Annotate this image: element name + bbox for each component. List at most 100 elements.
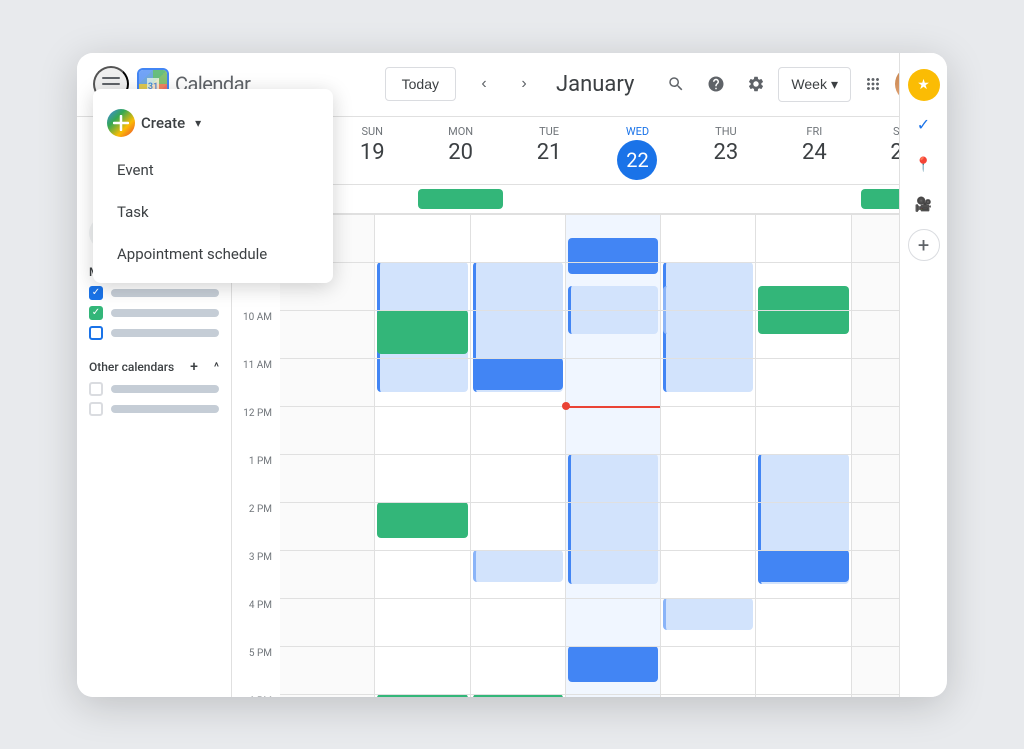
other-calendar-item-1	[89, 379, 219, 399]
hour-line	[280, 502, 947, 503]
event-tue-3[interactable]	[473, 550, 563, 582]
day-header-sun: SUN 19	[328, 117, 416, 184]
month-title: January	[556, 72, 634, 97]
prev-button[interactable]: ‹	[468, 68, 500, 100]
right-icon-meet[interactable]: 🎥	[908, 189, 940, 221]
other-calendars-label: Other calendars + ^	[89, 355, 219, 379]
now-dot	[562, 402, 570, 410]
calendar-item-2: ✓	[89, 303, 219, 323]
event-fri-3[interactable]	[758, 550, 848, 582]
create-button[interactable]: Create ▾	[93, 97, 333, 149]
allday-cells	[328, 185, 947, 213]
event-mon-2[interactable]	[377, 310, 467, 354]
calendar-check-3[interactable]	[89, 326, 103, 340]
now-line	[566, 406, 660, 408]
hour-line	[280, 262, 947, 263]
day-header-mon: MON 20	[416, 117, 504, 184]
sidebar: Create ▾ Event Task Appointment schedule…	[77, 117, 232, 697]
time-labels: 8 AM 9 AM 10 AM 11 AM 12 PM 1 PM 2 PM 3 …	[232, 214, 280, 697]
apps-button[interactable]	[855, 66, 891, 102]
hour-line	[280, 310, 947, 311]
allday-cell-tue	[505, 185, 593, 213]
time-12pm: 12 PM	[232, 406, 280, 454]
col-sun[interactable]	[280, 214, 375, 697]
right-icon-check[interactable]: ✓	[908, 109, 940, 141]
search-button[interactable]	[658, 66, 694, 102]
today-button[interactable]: Today	[385, 67, 456, 101]
day-header-thu: THU 23	[682, 117, 770, 184]
right-icon-add[interactable]: +	[908, 229, 940, 261]
other-add-icon[interactable]: +	[190, 359, 198, 375]
create-chevron: ▾	[195, 116, 201, 130]
allday-cell-fri	[770, 185, 858, 213]
hour-line	[280, 694, 947, 695]
time-11am: 11 AM	[232, 358, 280, 406]
hour-line	[280, 646, 947, 647]
other-calendar-item-2	[89, 399, 219, 419]
col-tue[interactable]	[471, 214, 566, 697]
allday-cell-mon	[416, 185, 504, 213]
view-selector[interactable]: Week ▾	[778, 67, 851, 102]
header-icons: Week ▾	[658, 66, 931, 102]
allday-event-mon[interactable]	[418, 189, 502, 209]
calendar-item-1: ✓	[89, 283, 219, 303]
right-icon-maps[interactable]: 📍	[908, 149, 940, 181]
chevron-down-icon: ▾	[831, 76, 838, 93]
allday-cell-thu	[682, 185, 770, 213]
time-4pm: 4 PM	[232, 598, 280, 646]
day-header-tue: TUE 21	[505, 117, 593, 184]
event-thu-3[interactable]	[663, 598, 753, 630]
day-header-fri: FRI 24	[770, 117, 858, 184]
calendar-name-bar-2	[111, 309, 219, 317]
calendar-check-1[interactable]: ✓	[89, 286, 103, 300]
main-area: Create ▾ Event Task Appointment schedule…	[77, 117, 947, 697]
right-icons-bar: ★ ✓ 📍 🎥 +	[899, 53, 947, 697]
calendar-item-3	[89, 323, 219, 343]
event-wed-3[interactable]	[568, 454, 658, 584]
col-thu[interactable]	[661, 214, 756, 697]
calendar-name-bar-1	[111, 289, 219, 297]
right-icon-star[interactable]: ★	[908, 69, 940, 101]
col-mon[interactable]	[375, 214, 470, 697]
settings-button[interactable]	[738, 66, 774, 102]
event-mon-3[interactable]	[377, 502, 467, 538]
day-header-wed: WED 22	[593, 117, 681, 184]
col-wed[interactable]	[566, 214, 661, 697]
time-3pm: 3 PM	[232, 550, 280, 598]
other-calendar-check-2[interactable]	[89, 402, 103, 416]
event-wed-1[interactable]	[568, 238, 658, 274]
hour-line	[280, 358, 947, 359]
other-calendar-check-1[interactable]	[89, 382, 103, 396]
app-window: 31 Calendar Today ‹ › January Week ▾	[77, 53, 947, 697]
hour-line	[280, 550, 947, 551]
other-calendar-name-2	[111, 405, 219, 413]
create-plus-icon	[107, 109, 135, 137]
allday-cell-wed	[593, 185, 681, 213]
grid-columns	[280, 214, 947, 697]
menu-item-task[interactable]: Task	[93, 191, 333, 233]
event-wed-4[interactable]	[568, 646, 658, 682]
allday-cell-sun	[328, 185, 416, 213]
other-calendars-chevron[interactable]: ^	[214, 360, 219, 374]
day-headers: SUN 19 MON 20 TUE 21 WED 22 THU 23	[232, 117, 947, 185]
other-calendars-section: Other calendars + ^	[89, 355, 219, 419]
hour-line	[280, 454, 947, 455]
create-label: Create	[141, 114, 185, 132]
event-tue-2[interactable]	[473, 358, 563, 390]
calendar-area: SUN 19 MON 20 TUE 21 WED 22 THU 23	[232, 117, 947, 697]
time-5pm: 5 PM	[232, 646, 280, 694]
calendar-check-2[interactable]: ✓	[89, 306, 103, 320]
menu-item-event[interactable]: Event	[93, 149, 333, 191]
calendar-name-bar-3	[111, 329, 219, 337]
next-button[interactable]: ›	[508, 68, 540, 100]
help-button[interactable]	[698, 66, 734, 102]
create-dropdown: Create ▾ Event Task Appointment schedule	[93, 89, 333, 283]
time-1pm: 1 PM	[232, 454, 280, 502]
time-2pm: 2 PM	[232, 502, 280, 550]
other-calendar-name-1	[111, 385, 219, 393]
time-10am: 10 AM	[232, 310, 280, 358]
time-grid: 8 AM 9 AM 10 AM 11 AM 12 PM 1 PM 2 PM 3 …	[232, 214, 947, 697]
menu-item-appointment[interactable]: Appointment schedule	[93, 233, 333, 275]
hour-line	[280, 214, 947, 215]
col-fri[interactable]	[756, 214, 851, 697]
